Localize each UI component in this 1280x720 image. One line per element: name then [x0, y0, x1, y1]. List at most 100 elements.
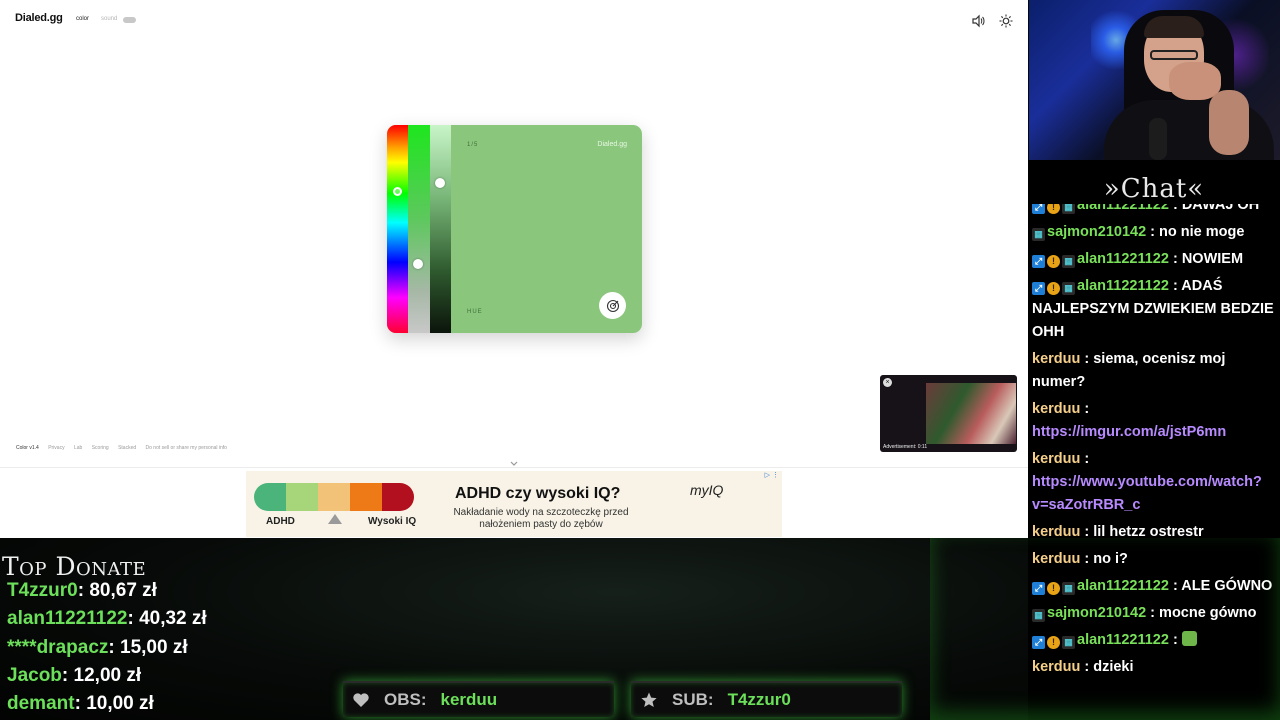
- chat-text: mocne gówno: [1159, 605, 1257, 621]
- saturation-slider[interactable]: [408, 125, 430, 333]
- chat-text: dzieki: [1093, 659, 1134, 675]
- follower-name: kerduu: [440, 690, 498, 709]
- chat-message: ▦ sajmon210142 : mocne gówno: [1032, 602, 1278, 625]
- subscriber-ticker: SUB: T4zzur0: [631, 681, 902, 717]
- chat-panel: »Chat« ⤢! ▦ alan11221122 : DAWAJ OH ▦ sajmon…: [1028, 160, 1280, 720]
- triangle-marker-icon: [328, 514, 342, 524]
- disc-badge-icon: ▦: [1062, 636, 1075, 649]
- chat-username[interactable]: alan11221122: [1077, 578, 1169, 594]
- donate-entry: ****drapacz: 15,00 zł: [7, 637, 188, 658]
- chat-text: lil hetzz ostrestr: [1093, 524, 1204, 540]
- chat-username[interactable]: sajmon210142: [1047, 605, 1146, 621]
- target-icon: [606, 299, 619, 312]
- chat-message: ⤢! ▦ alan11221122 : ALE GÓWNO: [1032, 575, 1278, 598]
- ad-swatch-5: [382, 483, 414, 511]
- coin-badge-icon: !: [1047, 282, 1060, 295]
- mode-sound-tab[interactable]: sound: [101, 16, 117, 22]
- hue-slider-handle[interactable]: [393, 187, 402, 196]
- chat-separator: :: [1168, 632, 1182, 648]
- footer-link-scoring[interactable]: Scoring: [92, 445, 109, 451]
- footer-link-privacy[interactable]: Privacy: [48, 445, 64, 451]
- heart-icon: [353, 693, 369, 707]
- ad-swatch-3: [318, 483, 350, 511]
- chat-message: ⤢! ▦ alan11221122 : NOWIEM: [1032, 248, 1278, 271]
- stream-overlay: Dialed.gg color sound 1/5 Dialed.gg HUE …: [0, 0, 1280, 720]
- webcam-microphone: [1149, 118, 1167, 160]
- hue-slider[interactable]: [387, 125, 408, 333]
- banner-ad[interactable]: ADHD Wysoki IQ ADHD czy wysoki IQ? Nakła…: [246, 471, 782, 537]
- donate-name: T4zzur0: [7, 580, 78, 601]
- brightness-slider[interactable]: [430, 125, 451, 333]
- site-footer: Color v1.4 Privacy Lab Scoring Stacked D…: [16, 445, 235, 451]
- footer-link-stacked[interactable]: Stacked: [118, 445, 136, 451]
- sun-icon[interactable]: [999, 14, 1013, 28]
- chat-separator: :: [1168, 204, 1182, 213]
- chat-message: ⤢! ▦ alan11221122 : DAWAJ OH: [1032, 204, 1278, 217]
- mode-label: HUE: [467, 309, 483, 315]
- donate-amount: 12,00 zł: [73, 665, 142, 686]
- chat-username[interactable]: kerduu: [1032, 401, 1080, 417]
- footer-link-do-not-sell[interactable]: Do not sell or share my personal info: [146, 445, 227, 451]
- webcam-feed: [1029, 0, 1280, 160]
- saturation-slider-handle[interactable]: [413, 259, 423, 269]
- disc-badge-icon: ▦: [1062, 282, 1075, 295]
- chat-separator: :: [1168, 251, 1182, 267]
- coin-badge-icon: !: [1047, 255, 1060, 268]
- donate-name: ****drapacz: [7, 637, 109, 658]
- chat-text: ALE GÓWNO: [1181, 578, 1273, 594]
- chat-link[interactable]: https://www.youtube.com/watch?v=saZotrRB…: [1032, 474, 1262, 513]
- donate-amount: 15,00 zł: [120, 637, 188, 658]
- chat-separator: :: [1080, 524, 1094, 540]
- close-icon[interactable]: ×: [883, 378, 892, 387]
- chat-message: kerduu : siema, ocenisz moj numer?: [1032, 348, 1278, 394]
- video-ad-label: Advertisement: 0:11: [883, 444, 928, 450]
- chat-text: NOWIEM: [1181, 251, 1244, 267]
- follower-label: OBS:: [384, 690, 427, 709]
- arrow-badge-icon: ⤢: [1032, 204, 1045, 214]
- top-donate-title: Top Donate: [2, 552, 147, 581]
- coming-soon-pill: [123, 17, 136, 23]
- chat-username[interactable]: kerduu: [1032, 524, 1080, 540]
- ad-left-label: ADHD: [266, 516, 295, 527]
- chat-text: DAWAJ OH: [1181, 204, 1260, 213]
- chat-username[interactable]: sajmon210142: [1047, 224, 1146, 240]
- card-brand: Dialed.gg: [597, 141, 627, 148]
- site-logo[interactable]: Dialed.gg: [15, 12, 63, 24]
- webcam-person-hand: [1169, 62, 1221, 100]
- donate-name: demant: [7, 693, 75, 714]
- ad-info-icon[interactable]: ▷ ⋮: [765, 471, 779, 479]
- chat-username[interactable]: kerduu: [1032, 451, 1080, 467]
- donate-entry: T4zzur0: 80,67 zł: [7, 580, 157, 601]
- chat-username[interactable]: alan11221122: [1077, 632, 1169, 648]
- mode-color-tab[interactable]: color: [76, 16, 89, 22]
- donate-amount: 40,32 zł: [139, 608, 207, 629]
- chat-separator: :: [1080, 551, 1094, 567]
- donate-name: Jacob: [7, 665, 62, 686]
- donate-amount: 10,00 zł: [86, 693, 154, 714]
- chat-username[interactable]: alan11221122: [1077, 251, 1169, 267]
- submit-guess-button[interactable]: [599, 292, 626, 319]
- chat-message: kerduu : dzieki: [1032, 656, 1278, 679]
- chat-username[interactable]: kerduu: [1032, 659, 1080, 675]
- donate-entry: demant: 10,00 zł: [7, 693, 154, 714]
- ad-brand-logo: myIQ: [690, 482, 724, 498]
- footer-link-lab[interactable]: Lab: [74, 445, 82, 451]
- arrow-badge-icon: ⤢: [1032, 636, 1045, 649]
- brightness-slider-handle[interactable]: [435, 178, 445, 188]
- chat-username[interactable]: alan11221122: [1077, 204, 1169, 213]
- disc-badge-icon: ▦: [1062, 204, 1075, 214]
- chat-username[interactable]: kerduu: [1032, 351, 1080, 367]
- chat-username[interactable]: alan11221122: [1077, 278, 1169, 294]
- chat-username[interactable]: kerduu: [1032, 551, 1080, 567]
- disc-badge-icon: ▦: [1032, 609, 1045, 622]
- video-ad[interactable]: × Advertisement: 0:11: [880, 375, 1017, 452]
- webcam-person-arm: [1209, 90, 1249, 155]
- sound-icon[interactable]: [971, 14, 985, 28]
- emote-icon: [1181, 631, 1197, 646]
- round-counter: 1/5: [467, 142, 479, 148]
- site-header: Dialed.gg color sound: [0, 0, 1028, 40]
- ad-title[interactable]: ADHD czy wysoki IQ?: [455, 485, 620, 503]
- webcam-person-glasses: [1150, 50, 1198, 60]
- chat-link[interactable]: https://imgur.com/a/jstP6mn: [1032, 424, 1226, 440]
- coin-badge-icon: !: [1047, 204, 1060, 214]
